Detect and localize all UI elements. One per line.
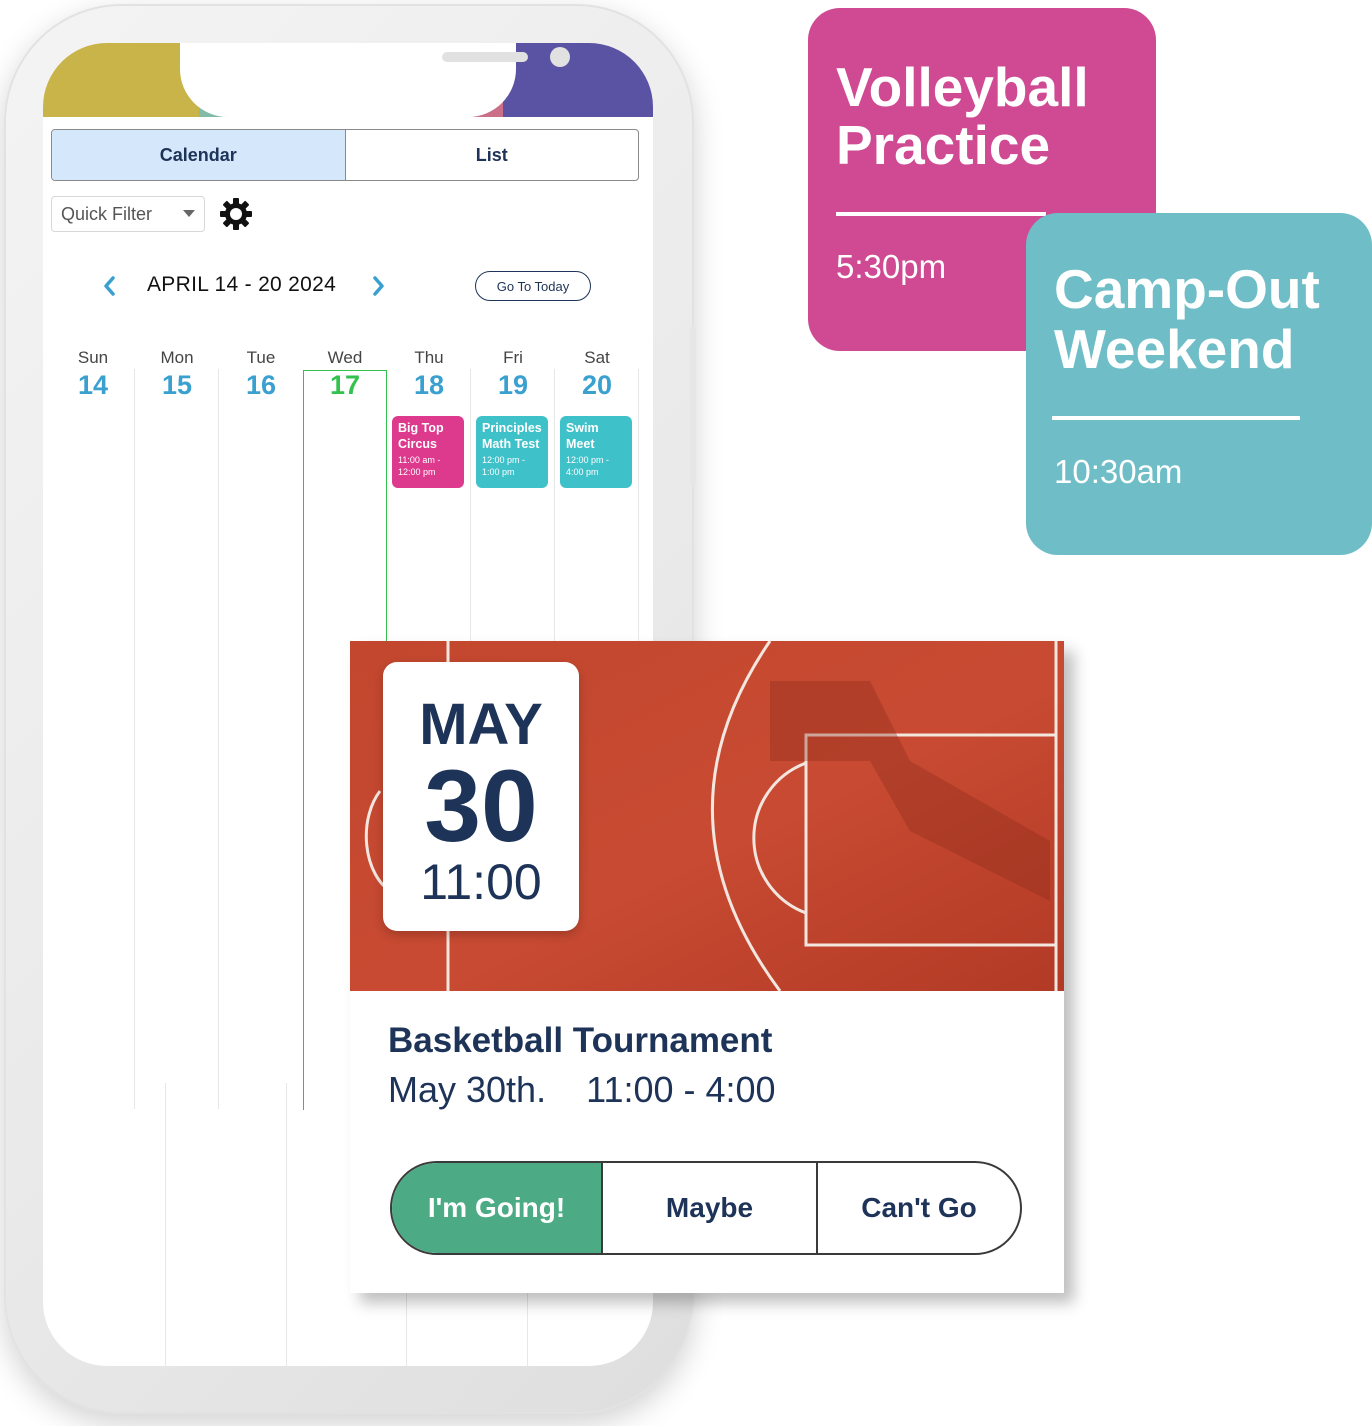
date-badge: MAY 30 11:00	[383, 662, 579, 931]
day-divider	[134, 369, 135, 1109]
day-of-week-tue: Tue	[246, 348, 276, 367]
phone-side-button	[690, 326, 696, 486]
event-title: Principles Math Test	[482, 421, 542, 451]
speaker-grille	[442, 52, 528, 62]
grid-line	[165, 1083, 166, 1366]
card-time: 10:30am	[1054, 453, 1183, 490]
event-title: Swim Meet	[566, 421, 599, 451]
camera-dot	[550, 47, 570, 67]
event-principles-math-test[interactable]: Principles Math Test 12:00 pm - 1:00 pm	[476, 416, 548, 488]
event-time: 11:00 am - 12:00 pm	[398, 455, 441, 477]
color-tab-gold	[43, 43, 203, 117]
day-number-17-today[interactable]: 17	[303, 370, 387, 401]
view-toggle: Calendar List	[51, 129, 639, 181]
card-title: Camp-Out Weekend	[1054, 258, 1320, 380]
maybe-button[interactable]: Maybe	[601, 1163, 816, 1253]
badge-time: 11:00	[420, 854, 542, 910]
event-detail-card: MAY 30 11:00 Basketball Tournament May 3…	[350, 641, 1064, 1293]
event-time: 12:00 pm - 4:00 pm	[566, 455, 610, 477]
week-range-label: APRIL 14 - 20 2024	[147, 273, 337, 296]
day-of-week-fri: Fri	[503, 348, 523, 367]
going-button[interactable]: I'm Going!	[392, 1163, 601, 1253]
calendar-tab[interactable]: Calendar	[52, 130, 346, 180]
day-number-19[interactable]: 19	[471, 370, 555, 401]
divider	[1052, 416, 1300, 420]
chevron-down-icon	[183, 210, 195, 217]
cant-go-button[interactable]: Can't Go	[816, 1163, 1020, 1253]
gear-icon[interactable]	[219, 197, 253, 231]
day-divider	[218, 369, 219, 1109]
event-swim-meet[interactable]: Swim Meet 12:00 pm - 4:00 pm	[560, 416, 632, 488]
day-of-week-sat: Sat	[584, 348, 610, 367]
day-number-18[interactable]: 18	[387, 370, 471, 401]
day-of-week-sun: Sun	[77, 348, 109, 367]
go-to-today-button[interactable]: Go To Today	[475, 271, 591, 301]
day-of-week-thu: Thu	[414, 348, 444, 367]
event-date-time: May 30th. 11:00 - 4:00	[388, 1069, 776, 1110]
camp-out-weekend-card[interactable]: Camp-Out Weekend 10:30am	[1026, 213, 1372, 555]
day-of-week-mon: Mon	[160, 348, 194, 367]
chevron-left-icon[interactable]	[97, 271, 121, 301]
day-of-week-wed: Wed	[327, 348, 363, 367]
event-title: Basketball Tournament	[388, 1021, 773, 1060]
divider	[836, 212, 1046, 216]
quick-filter-select[interactable]: Quick Filter	[51, 196, 205, 232]
day-number-16[interactable]: 16	[219, 370, 303, 401]
event-title: Big Top Circus	[398, 421, 444, 451]
quick-filter-value: Quick Filter	[61, 203, 153, 224]
day-number-14[interactable]: 14	[51, 370, 135, 401]
phone-notch	[180, 43, 570, 117]
badge-month: MAY	[419, 692, 543, 757]
day-number-20[interactable]: 20	[555, 370, 639, 401]
list-tab[interactable]: List	[346, 130, 639, 180]
event-time: 12:00 pm - 1:00 pm	[482, 455, 526, 477]
day-number-15[interactable]: 15	[135, 370, 219, 401]
chevron-right-icon[interactable]	[367, 271, 391, 301]
badge-day: 30	[424, 749, 538, 863]
card-time: 5:30pm	[836, 248, 947, 285]
grid-line	[286, 1083, 287, 1366]
rsvp-group: I'm Going! Maybe Can't Go	[390, 1161, 1022, 1255]
card-title: Volleyball Practice	[836, 56, 1089, 176]
event-big-top-circus[interactable]: Big Top Circus 11:00 am - 12:00 pm	[392, 416, 464, 488]
